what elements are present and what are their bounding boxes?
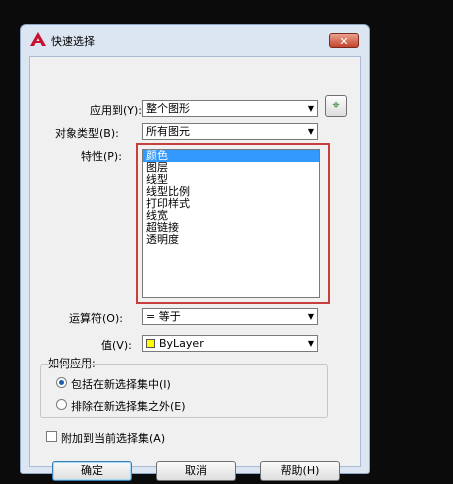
property-item[interactable]: 颜色	[143, 150, 319, 162]
operator-value: = 等于	[146, 310, 181, 323]
include-radio-label[interactable]: 包括在新选择集中(I)	[71, 376, 171, 392]
apply-to-label: 应用到(Y):	[90, 104, 143, 117]
ok-button[interactable]: 确定	[52, 461, 132, 481]
quick-select-dialog: 快速选择 ✕ 应用到(Y): 整个图形 ▼ ⌖ 对象类型(B): 所有图元 ▼ …	[20, 24, 370, 481]
value-label: 值(V):	[101, 339, 132, 352]
property-item[interactable]: 图层	[143, 162, 319, 174]
dialog-body: 应用到(Y): 整个图形 ▼ ⌖ 对象类型(B): 所有图元 ▼ 特性(P): …	[29, 56, 361, 481]
apply-to-value: 整个图形	[146, 102, 190, 115]
object-type-value: 所有图元	[146, 125, 190, 138]
property-item[interactable]: 透明度	[143, 234, 319, 246]
property-item[interactable]: 打印样式	[143, 198, 319, 210]
exclude-radio[interactable]	[56, 399, 67, 410]
apply-to-dropdown[interactable]: 整个图形 ▼	[142, 100, 318, 117]
properties-listbox[interactable]: 颜色 图层 线型 线型比例 打印样式 线宽 超链接 透明度	[142, 149, 320, 298]
close-button[interactable]: ✕	[329, 33, 359, 48]
color-swatch	[146, 339, 155, 348]
window-title: 快速选择	[51, 35, 95, 48]
autocad-app-icon	[30, 32, 46, 46]
operator-dropdown[interactable]: = 等于 ▼	[142, 308, 318, 325]
value-text: ByLayer	[159, 337, 204, 350]
append-checkbox-label[interactable]: 附加到当前选择集(A)	[61, 430, 165, 446]
select-objects-icon: ⌖	[332, 98, 340, 113]
append-checkbox[interactable]	[46, 431, 57, 442]
chevron-down-icon: ▼	[307, 339, 314, 348]
cancel-button[interactable]: 取消	[156, 461, 236, 481]
object-type-label: 对象类型(B):	[55, 127, 119, 140]
object-type-dropdown[interactable]: 所有图元 ▼	[142, 123, 318, 140]
chevron-down-icon: ▼	[307, 127, 314, 136]
title-bar[interactable]: 快速选择 ✕	[21, 25, 369, 53]
value-dropdown[interactable]: ByLayer ▼	[142, 335, 318, 352]
operator-label: 运算符(O):	[69, 312, 123, 325]
exclude-radio-label[interactable]: 排除在新选择集之外(E)	[71, 398, 186, 414]
help-button[interactable]: 帮助(H)	[260, 461, 340, 481]
chevron-down-icon: ▼	[307, 104, 314, 113]
properties-label: 特性(P):	[81, 150, 122, 163]
select-objects-button[interactable]: ⌖	[325, 95, 347, 117]
include-radio[interactable]	[56, 377, 67, 388]
chevron-down-icon: ▼	[307, 312, 314, 321]
